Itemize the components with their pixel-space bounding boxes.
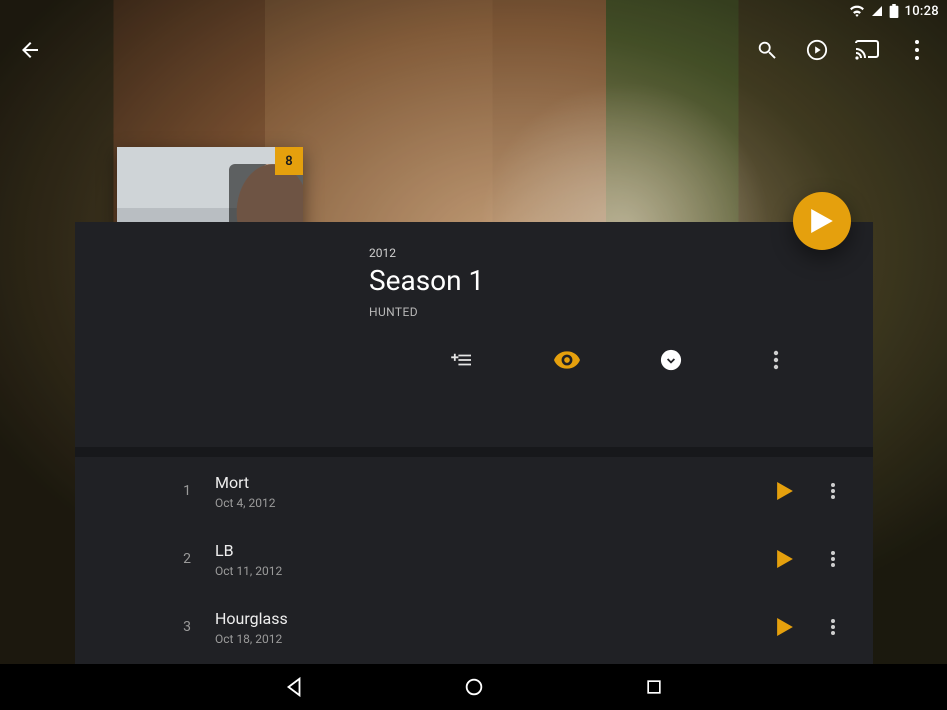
- app-bar: [0, 22, 947, 78]
- nav-home-button[interactable]: [454, 667, 494, 707]
- episode-date: Oct 11, 2012: [215, 564, 765, 578]
- episode-row[interactable]: 2 LB Oct 11, 2012: [75, 525, 873, 593]
- search-icon[interactable]: [753, 36, 781, 64]
- status-clock: 10:28: [905, 4, 939, 19]
- episode-title: LB: [215, 541, 765, 560]
- episode-overflow-menu[interactable]: [813, 539, 853, 579]
- nav-back-button[interactable]: [274, 667, 314, 707]
- watched-toggle-icon[interactable]: [550, 343, 584, 377]
- row-overflow-menu[interactable]: [759, 343, 793, 377]
- battery-icon: [889, 4, 899, 18]
- episode-row[interactable]: 1 Mort Oct 4, 2012: [75, 457, 873, 525]
- episode-play-button[interactable]: [765, 471, 805, 511]
- nav-recents-button[interactable]: [634, 667, 674, 707]
- play-fab[interactable]: [793, 192, 851, 250]
- back-button[interactable]: [16, 36, 44, 64]
- wifi-icon: [849, 5, 865, 17]
- episode-number: 1: [95, 483, 215, 499]
- cell-signal-icon: [871, 5, 883, 17]
- episode-number: 2: [95, 551, 215, 567]
- screen: 10:28 HUNT OR BE HUNTED: [0, 0, 947, 710]
- cast-icon[interactable]: [853, 36, 881, 64]
- episode-row[interactable]: 3 Hourglass Oct 18, 2012: [75, 593, 873, 661]
- download-icon[interactable]: [654, 343, 688, 377]
- app-bar-left: [16, 36, 44, 64]
- episode-date: Oct 18, 2012: [215, 632, 765, 646]
- episode-play-button[interactable]: [765, 607, 805, 647]
- year-label: 2012: [369, 246, 837, 260]
- play-circle-icon[interactable]: [803, 36, 831, 64]
- playlist-add-icon[interactable]: [445, 343, 479, 377]
- unwatched-count-badge: 8: [275, 147, 303, 175]
- status-bar: 10:28: [0, 0, 947, 22]
- overflow-menu[interactable]: [903, 36, 931, 64]
- action-row: [445, 340, 793, 380]
- episode-play-button[interactable]: [765, 539, 805, 579]
- episode-number: 3: [95, 619, 215, 635]
- episode-list[interactable]: 1 Mort Oct 4, 2012 2 LB Oct 11, 2012: [75, 457, 873, 665]
- episode-overflow-menu[interactable]: [813, 607, 853, 647]
- episode-date: Oct 4, 2012: [215, 496, 765, 510]
- section-divider: [75, 447, 873, 457]
- show-title: HUNTED: [369, 305, 837, 319]
- header-block: 2012 Season 1 HUNTED: [369, 246, 837, 319]
- episode-title: Hourglass: [215, 609, 765, 628]
- system-nav-bar: [0, 664, 947, 710]
- app-bar-right: [753, 36, 931, 64]
- episode-overflow-menu[interactable]: [813, 471, 853, 511]
- details-panel: 2012 Season 1 HUNTED 1 Mort: [75, 222, 873, 665]
- season-title: Season 1: [369, 264, 837, 297]
- episode-title: Mort: [215, 473, 765, 492]
